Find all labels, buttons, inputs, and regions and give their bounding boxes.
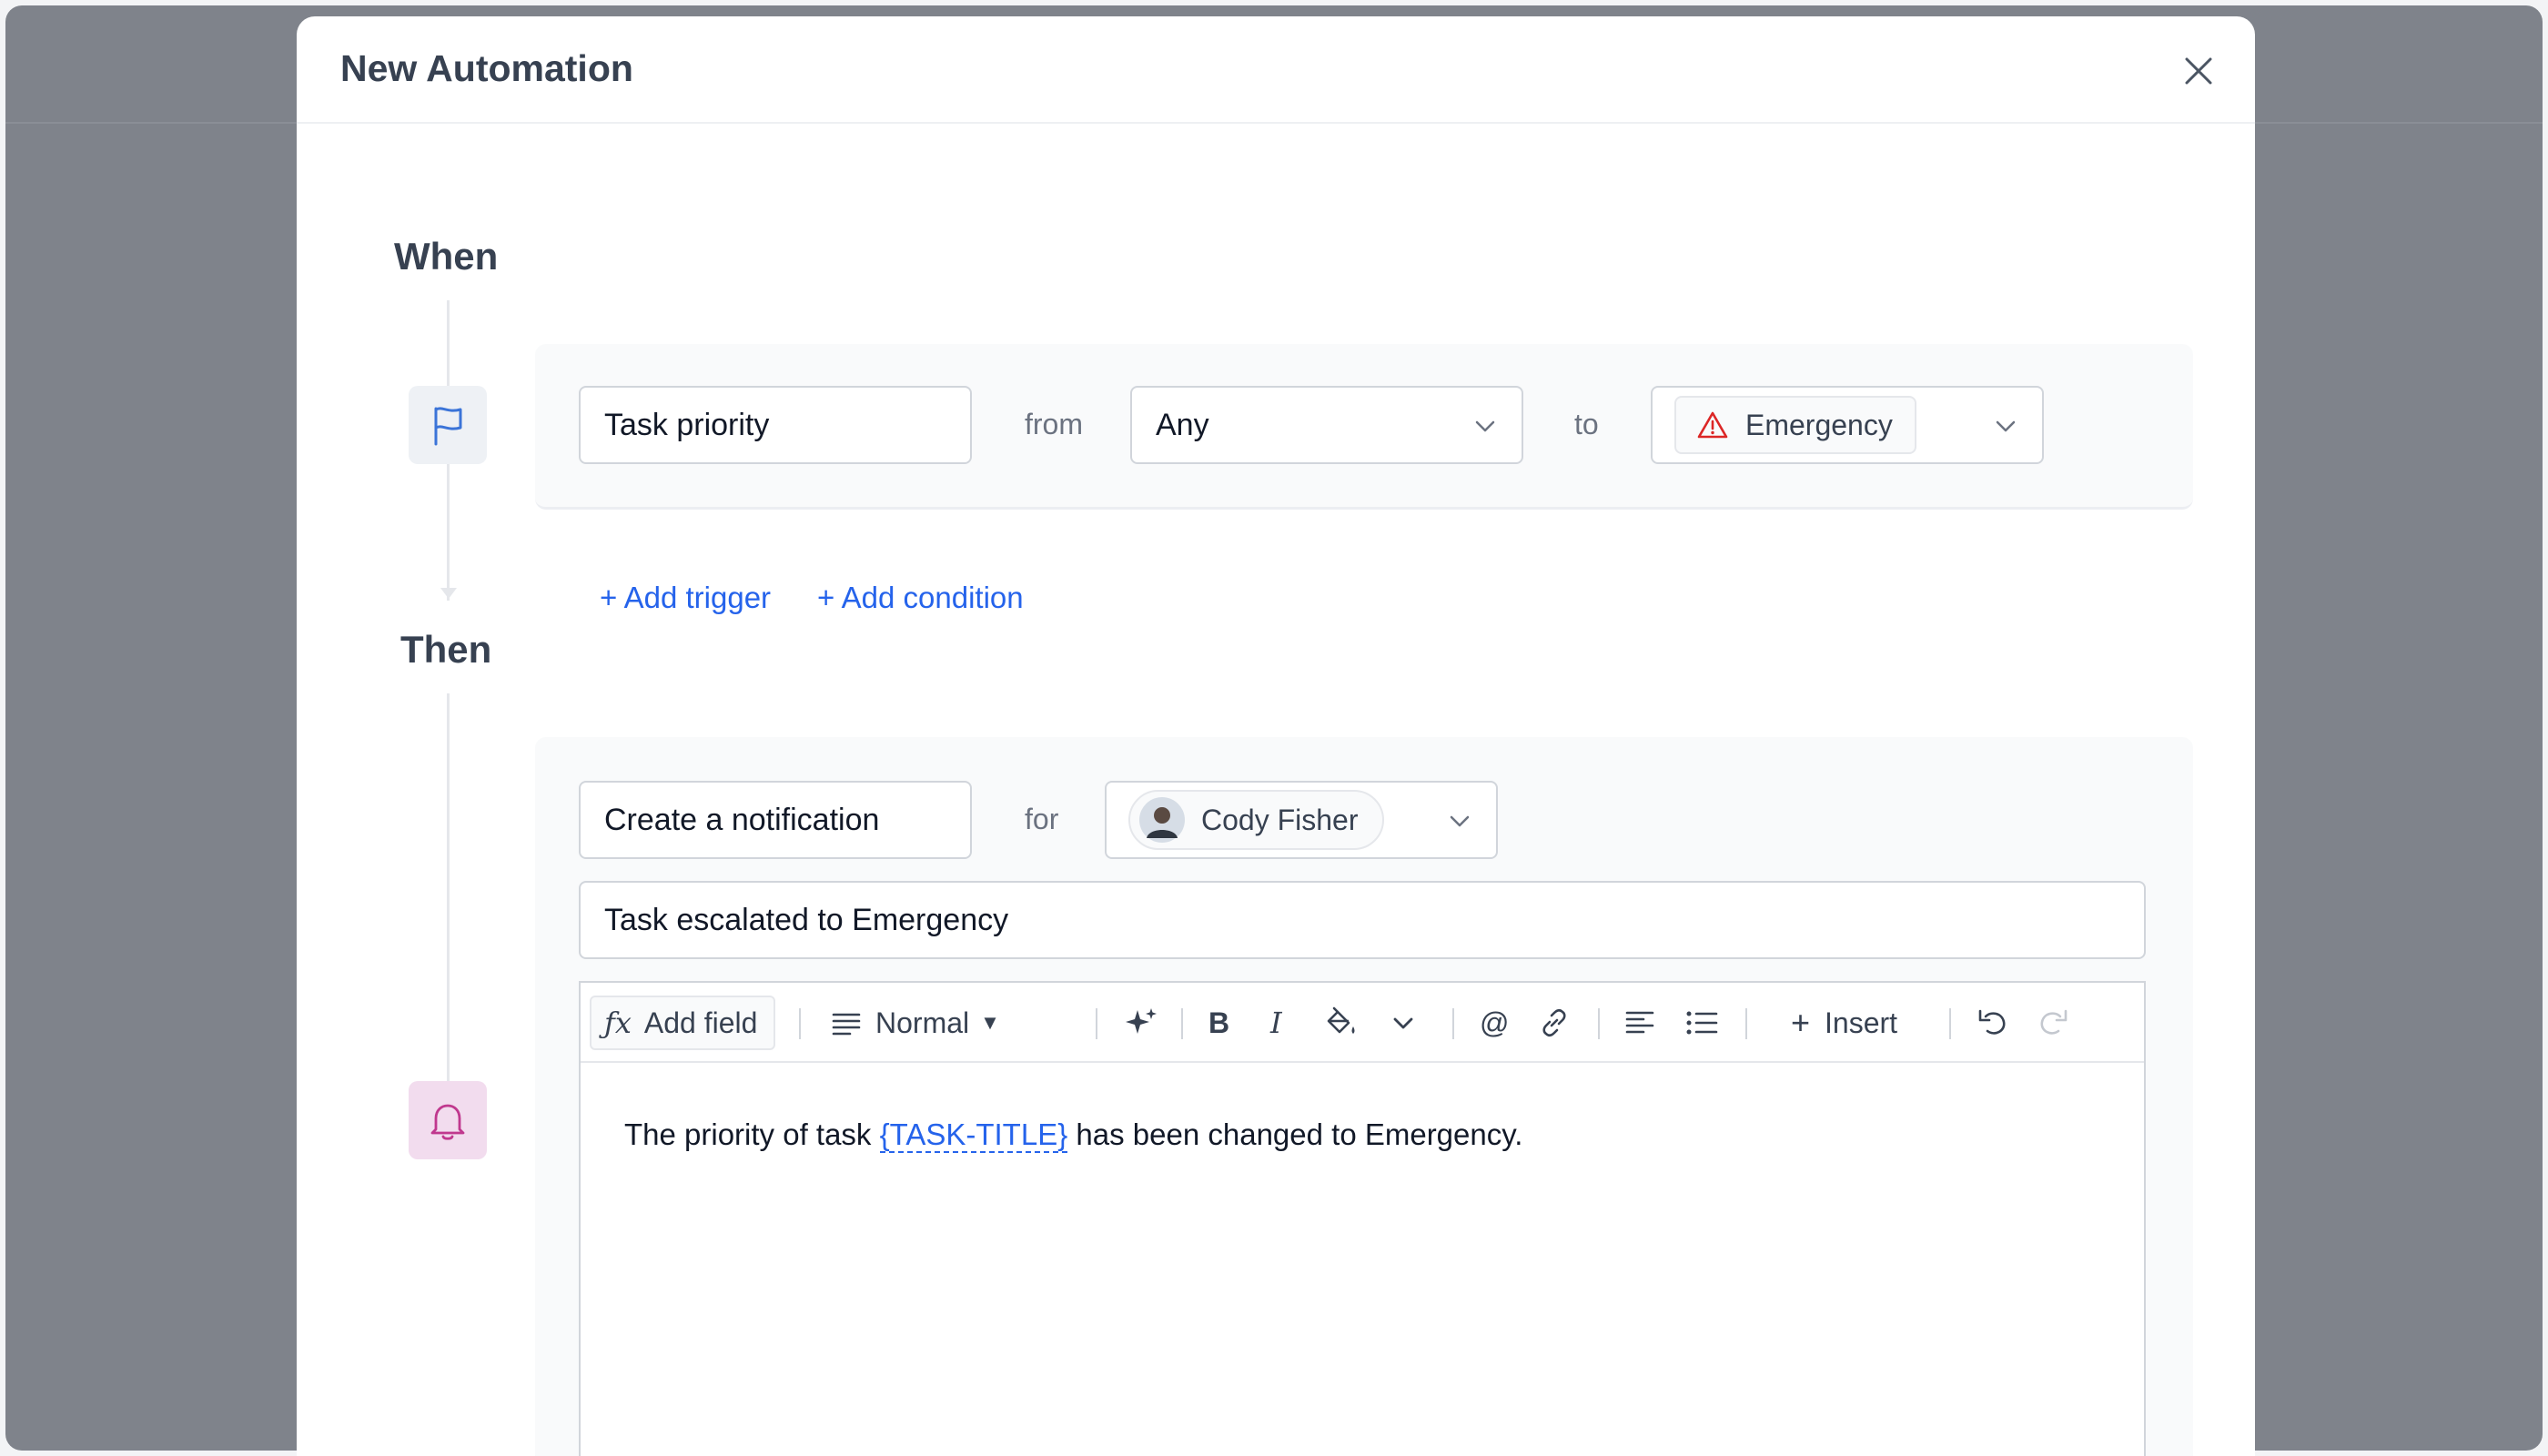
chevron-down-icon [1393, 1017, 1413, 1029]
add-field-label: Add field [643, 1006, 758, 1039]
task-title-token[interactable]: {TASK-TITLE} [879, 1117, 1068, 1153]
from-value: Any [1156, 407, 1209, 442]
align-button[interactable] [1625, 996, 1654, 1050]
bold-button[interactable]: B [1208, 996, 1229, 1050]
then-label: Then [400, 628, 492, 671]
to-value: Emergency [1745, 408, 1893, 441]
undo-icon [1978, 1009, 2006, 1035]
caret-down-icon: ▼ [980, 1011, 1000, 1034]
editor-toolbar: ƒx Add field Normal ▼ B I @ + Insert [581, 983, 2144, 1063]
italic-icon: I [1270, 1006, 1282, 1040]
toolbar-divider [1181, 1008, 1183, 1039]
subject-value: Task escalated to Emergency [604, 902, 1009, 937]
paragraph-icon [832, 1013, 861, 1036]
at-sign-icon: @ [1480, 1006, 1510, 1039]
modal-title: New Automation [340, 47, 633, 89]
bullet-list-icon [1686, 1011, 1718, 1035]
bell-icon [409, 1081, 487, 1159]
function-icon: ƒx [604, 1006, 632, 1040]
paint-bucket-icon [1327, 1006, 1355, 1034]
link-icon [1542, 1008, 1566, 1037]
insert-label: Insert [1825, 1006, 1898, 1039]
recipient-select[interactable]: Cody Fisher [1105, 781, 1498, 859]
avatar [1139, 797, 1185, 843]
add-field-button[interactable]: ƒx Add field [590, 996, 776, 1050]
when-label: When [394, 235, 499, 278]
body-text-before: The priority of task [624, 1117, 880, 1151]
notification-body-editor[interactable]: ƒx Add field Normal ▼ B I @ + Insert The… [579, 981, 2146, 1456]
toolbar-divider [1452, 1008, 1454, 1039]
bullet-list-button[interactable] [1685, 996, 1718, 1050]
close-icon[interactable] [2180, 53, 2217, 89]
trigger-field-select[interactable]: Task priority [579, 386, 972, 464]
timeline-arrow-icon [440, 588, 457, 599]
sparkle-icon [1126, 1008, 1157, 1034]
text-style-value: Normal [875, 1006, 970, 1039]
toolbar-divider [1096, 1008, 1097, 1039]
add-condition-link[interactable]: + Add condition [817, 581, 1024, 615]
redo-button[interactable] [2037, 996, 2069, 1050]
add-trigger-link[interactable]: + Add trigger [600, 581, 771, 615]
recipient-name: Cody Fisher [1201, 803, 1359, 836]
align-left-icon [1625, 1011, 1654, 1034]
toolbar-divider [1949, 1008, 1951, 1039]
bold-icon: B [1208, 1006, 1230, 1039]
ai-sparkle-button[interactable] [1123, 996, 1159, 1050]
text-style-dropdown[interactable]: Normal ▼ [832, 996, 1000, 1050]
chevron-down-icon [1996, 420, 2016, 432]
insert-button[interactable]: + Insert [1791, 996, 1897, 1050]
italic-button[interactable]: I [1270, 996, 1282, 1050]
undo-button[interactable] [1977, 996, 2009, 1050]
fill-color-button[interactable] [1323, 996, 1358, 1050]
editor-content[interactable]: The priority of task {TASK-TITLE} has be… [624, 1117, 1523, 1153]
body-text-after: has been changed to Emergency. [1067, 1117, 1523, 1151]
for-label: for [1025, 803, 1059, 835]
toolbar-divider [1598, 1008, 1600, 1039]
from-value-select[interactable]: Any [1130, 386, 1523, 464]
mention-button[interactable]: @ [1480, 996, 1509, 1050]
more-formatting-button[interactable] [1390, 996, 1416, 1050]
flag-icon [409, 386, 487, 464]
priority-tag: Emergency [1674, 396, 1916, 454]
chevron-down-icon [1450, 815, 1470, 827]
automation-modal: New Automation When Task priority from A… [297, 16, 2255, 1456]
toolbar-divider [1745, 1008, 1747, 1039]
chevron-down-icon [1475, 420, 1495, 432]
toolbar-divider [799, 1008, 801, 1039]
plus-icon: + [1791, 1004, 1811, 1041]
to-value-select[interactable]: Emergency [1651, 386, 2044, 464]
link-button[interactable] [1538, 996, 1571, 1050]
modal-header: New Automation [297, 16, 2255, 124]
to-label: to [1574, 408, 1599, 440]
notification-subject-input[interactable]: Task escalated to Emergency [579, 881, 2146, 959]
timeline-connector [447, 693, 450, 1101]
screen: New Automation When Task priority from A… [0, 0, 2548, 1456]
from-label: from [1025, 408, 1083, 440]
trigger-field-value: Task priority [604, 407, 770, 442]
redo-icon [2040, 1009, 2068, 1035]
recipient-pill: Cody Fisher [1128, 790, 1384, 850]
action-value: Create a notification [604, 802, 880, 837]
warning-triangle-icon [1697, 411, 1728, 439]
action-select[interactable]: Create a notification [579, 781, 972, 859]
trigger-card: Task priority from Any to Emergency [535, 344, 2193, 510]
